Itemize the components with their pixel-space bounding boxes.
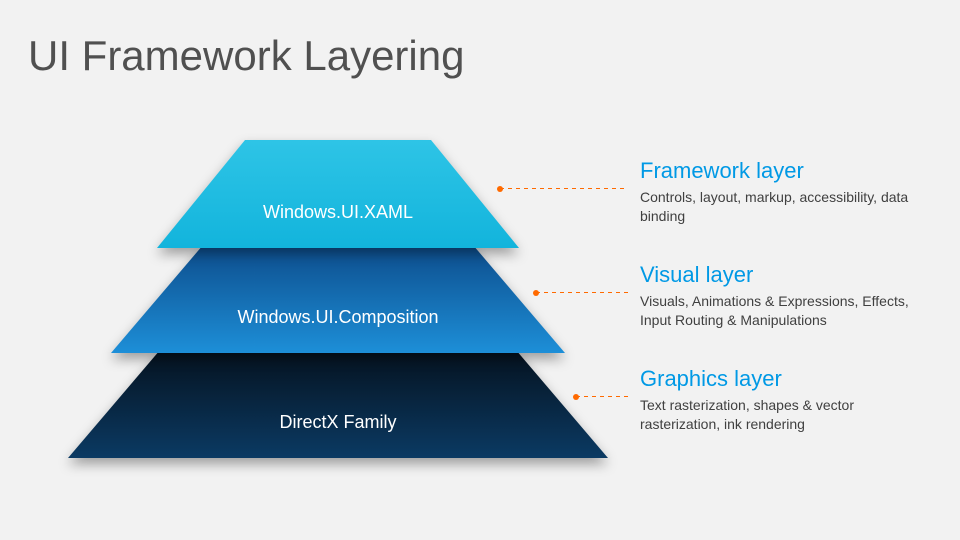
- layer-visual: Windows.UI.Composition: [111, 245, 565, 353]
- layer-graphics: DirectX Family: [68, 350, 608, 458]
- connector-line: [500, 188, 628, 189]
- layer-graphics-label: DirectX Family: [279, 412, 396, 433]
- page-title: UI Framework Layering: [28, 32, 464, 80]
- callout-desc: Controls, layout, markup, accessibility,…: [640, 188, 930, 226]
- layer-framework-label: Windows.UI.XAML: [263, 202, 413, 223]
- callout-title: Graphics layer: [640, 366, 930, 392]
- callout-title: Framework layer: [640, 158, 930, 184]
- callout-graphics: Graphics layer Text rasterization, shape…: [640, 366, 930, 434]
- callout-desc: Text rasterization, shapes & vector rast…: [640, 396, 930, 434]
- callout-desc: Visuals, Animations & Expressions, Effec…: [640, 292, 930, 330]
- callout-title: Visual layer: [640, 262, 930, 288]
- connector-line: [536, 292, 628, 293]
- callout-visual: Visual layer Visuals, Animations & Expre…: [640, 262, 930, 330]
- layer-visual-label: Windows.UI.Composition: [237, 307, 438, 328]
- layer-framework: Windows.UI.XAML: [157, 140, 519, 248]
- callout-framework: Framework layer Controls, layout, markup…: [640, 158, 930, 226]
- layer-pyramid: DirectX Family Windows.UI.Composition: [68, 140, 608, 480]
- connector-line: [576, 396, 628, 397]
